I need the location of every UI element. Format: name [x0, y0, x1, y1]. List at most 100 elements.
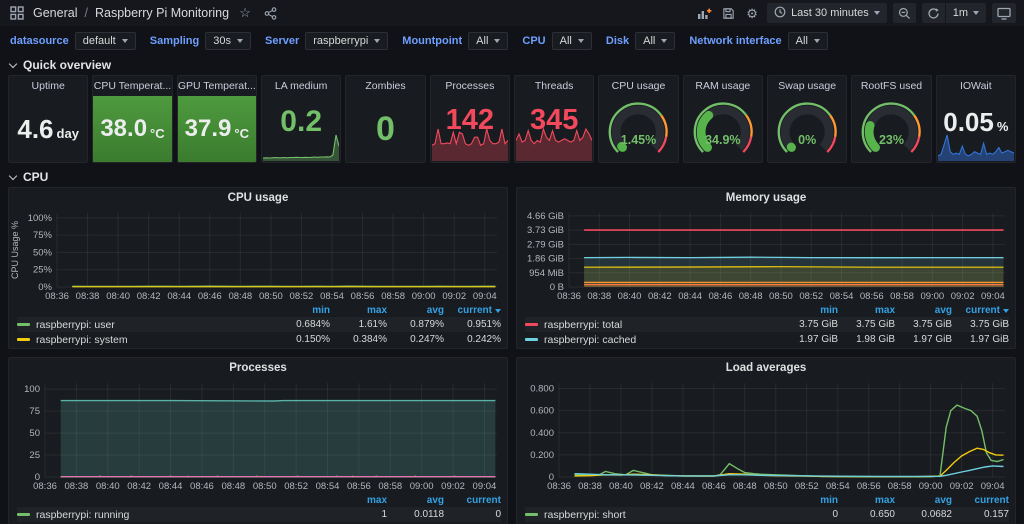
panel-title[interactable]: GPU Temperat...	[178, 76, 256, 96]
svg-text:75: 75	[29, 406, 40, 417]
panel-title[interactable]: RAM usage	[684, 76, 762, 96]
legend-column-current[interactable]: current	[444, 495, 501, 506]
svg-text:0: 0	[549, 472, 554, 483]
svg-text:08:46: 08:46	[702, 481, 726, 492]
cpu-usage-chart[interactable]: 08:3608:3808:4008:4208:4408:4608:4808:50…	[9, 206, 507, 302]
variable-value-dropdown[interactable]: raspberrypi	[305, 32, 388, 50]
series-color-swatch[interactable]	[525, 323, 538, 326]
legend-column-current[interactable]: current	[952, 305, 1009, 316]
stat-panel-la-medium: LA medium 0.2	[261, 75, 341, 163]
panel-title[interactable]: Swap usage	[768, 76, 846, 96]
svg-text:08:50: 08:50	[764, 481, 788, 492]
dashboard-grid-icon[interactable]	[8, 4, 26, 22]
svg-text:08:40: 08:40	[618, 291, 642, 302]
legend-column-max[interactable]: max	[330, 305, 387, 316]
legend-column-current[interactable]: current	[444, 305, 501, 316]
row-header-cpu[interactable]: CPU	[8, 169, 1024, 184]
legend-column-avg[interactable]: avg	[895, 495, 952, 506]
legend-header: maxavgcurrent	[17, 494, 501, 507]
legend-value: 0.879%	[387, 319, 444, 330]
panel-title[interactable]: Zombies	[346, 76, 424, 96]
add-panel-icon[interactable]	[695, 4, 713, 22]
gauge-value: 1.45%	[599, 133, 677, 147]
variable-value-dropdown[interactable]: All	[468, 32, 508, 50]
variable-value-dropdown[interactable]: All	[635, 32, 675, 50]
refresh-button[interactable]	[922, 3, 945, 23]
dropdown-caret-icon	[374, 39, 380, 43]
variable-value-dropdown[interactable]: default	[75, 32, 136, 50]
series-name[interactable]: raspberrypi: user	[36, 319, 115, 331]
legend-column-min[interactable]: min	[781, 305, 838, 316]
svg-text:3.73 GiB: 3.73 GiB	[527, 225, 564, 236]
legend-column-max[interactable]: max	[330, 495, 387, 506]
load-averages-chart[interactable]: 08:3608:3808:4008:4208:4408:4608:4808:50…	[517, 376, 1015, 492]
settings-gear-icon[interactable]: ⚙	[743, 4, 761, 22]
svg-text:0 B: 0 B	[550, 282, 564, 293]
svg-text:09:04: 09:04	[981, 481, 1005, 492]
breadcrumb-section[interactable]: General	[33, 6, 77, 20]
variable-label: CPU	[522, 35, 545, 47]
share-icon[interactable]	[261, 4, 279, 22]
legend-column-avg[interactable]: avg	[387, 305, 444, 316]
gauge: 23%	[852, 96, 930, 162]
panel-title[interactable]: Threads	[515, 76, 593, 96]
svg-text:08:44: 08:44	[678, 291, 702, 302]
legend-column-max[interactable]: max	[838, 305, 895, 316]
svg-text:09:04: 09:04	[981, 291, 1005, 302]
refresh-interval-picker[interactable]: 1m	[946, 3, 986, 23]
refresh-interval-label: 1m	[953, 7, 968, 19]
save-dashboard-icon[interactable]	[719, 4, 737, 22]
series-name[interactable]: raspberrypi: short	[544, 509, 626, 521]
legend-column-min[interactable]: min	[273, 305, 330, 316]
series-name[interactable]: raspberrypi: running	[36, 509, 129, 521]
panel-title[interactable]: RootFS used	[852, 76, 930, 96]
series-color-swatch[interactable]	[525, 513, 538, 516]
panel-title[interactable]: CPU usage	[599, 76, 677, 96]
legend-value: 1.98 GiB	[838, 334, 895, 345]
series-color-swatch[interactable]	[525, 338, 538, 341]
svg-text:4.66 GiB: 4.66 GiB	[527, 211, 564, 222]
stat-value: 4.6day	[9, 96, 87, 162]
time-range-caret-icon	[874, 11, 880, 15]
variable-value-dropdown[interactable]: All	[552, 32, 592, 50]
legend-value: 3.75 GiB	[952, 319, 1009, 330]
panel-title[interactable]: Processes	[431, 76, 509, 96]
variable-value-dropdown[interactable]: 30s	[205, 32, 251, 50]
legend-column-min[interactable]: min	[781, 495, 838, 506]
tv-kiosk-button[interactable]	[992, 3, 1016, 23]
series-color-swatch[interactable]	[17, 338, 30, 341]
series-name[interactable]: raspberrypi: total	[544, 319, 622, 331]
row-header-quick-overview[interactable]: Quick overview	[8, 57, 1024, 72]
panel-title[interactable]: Uptime	[9, 76, 87, 96]
load-averages-legend: minmaxavgcurrentraspberrypi: short00.650…	[517, 492, 1015, 524]
dashboard-title[interactable]: Raspberry Pi Monitoring	[95, 6, 229, 20]
series-color-swatch[interactable]	[17, 513, 30, 516]
panel-title[interactable]: Processes	[9, 358, 507, 376]
panel-title[interactable]: IOWait	[937, 76, 1015, 96]
series-name[interactable]: raspberrypi: cached	[544, 334, 636, 346]
variable-label: Disk	[606, 35, 629, 47]
panel-title[interactable]: CPU usage	[9, 188, 507, 206]
gauge-panel-swap-usage: Swap usage 0%	[767, 75, 847, 163]
legend-row: raspberrypi: user0.684%1.61%0.879%0.951%	[17, 317, 501, 332]
series-color-swatch[interactable]	[17, 323, 30, 326]
legend-column-avg[interactable]: avg	[387, 495, 444, 506]
favorite-star-icon[interactable]: ☆	[236, 4, 254, 22]
memory-usage-chart[interactable]: 08:3608:3808:4008:4208:4408:4608:4808:50…	[517, 206, 1015, 302]
legend-column-avg[interactable]: avg	[895, 305, 952, 316]
legend-column-max[interactable]: max	[838, 495, 895, 506]
variable-value-dropdown[interactable]: All	[788, 32, 828, 50]
time-range-picker[interactable]: Last 30 minutes	[767, 3, 887, 23]
processes-chart[interactable]: 08:3608:3808:4008:4208:4408:4608:4808:50…	[9, 376, 507, 492]
series-name[interactable]: raspberrypi: system	[36, 334, 128, 346]
panel-title[interactable]: LA medium	[262, 76, 340, 96]
zoom-out-time-button[interactable]	[893, 3, 916, 23]
legend-column-current[interactable]: current	[952, 495, 1009, 506]
svg-text:0.800: 0.800	[530, 384, 554, 395]
svg-text:08:54: 08:54	[316, 481, 340, 492]
panel-title[interactable]: CPU Temperat...	[93, 76, 171, 96]
svg-text:2.79 GiB: 2.79 GiB	[527, 239, 564, 250]
panel-title[interactable]: Load averages	[517, 358, 1015, 376]
panel-title[interactable]: Memory usage	[517, 188, 1015, 206]
memory-usage-legend: minmaxavgcurrent raspberrypi: total 3.75 G…	[517, 302, 1015, 347]
